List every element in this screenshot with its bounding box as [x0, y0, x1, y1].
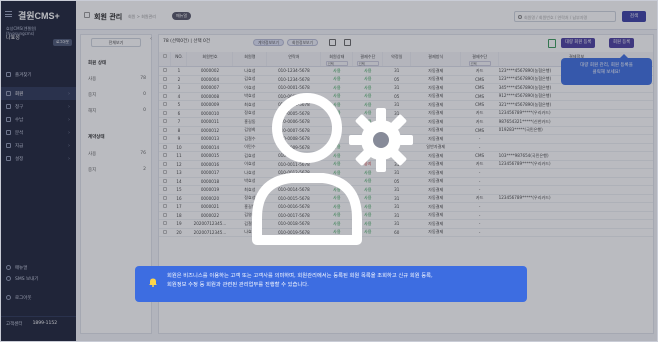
info-banner: 회원은 비즈니스를 이용하는 고객 또는 고객사를 의미하며, 회원관리에서는 … [135, 266, 527, 302]
banner-line: 회원정보 수정 등 회원과 관련된 관리업무를 진행할 수 있습니다. [167, 282, 309, 288]
bell-icon [149, 278, 157, 287]
user-gear-icon [252, 93, 413, 245]
app-root: 결원CMS+ 효성CMS(엔젤원) (hyosungcms) 나효성 로그아웃 … [0, 0, 658, 342]
banner-line: 회원은 비즈니스를 이용하는 고객 또는 고객사를 의미하며, 회원관리에서는 … [167, 273, 433, 279]
